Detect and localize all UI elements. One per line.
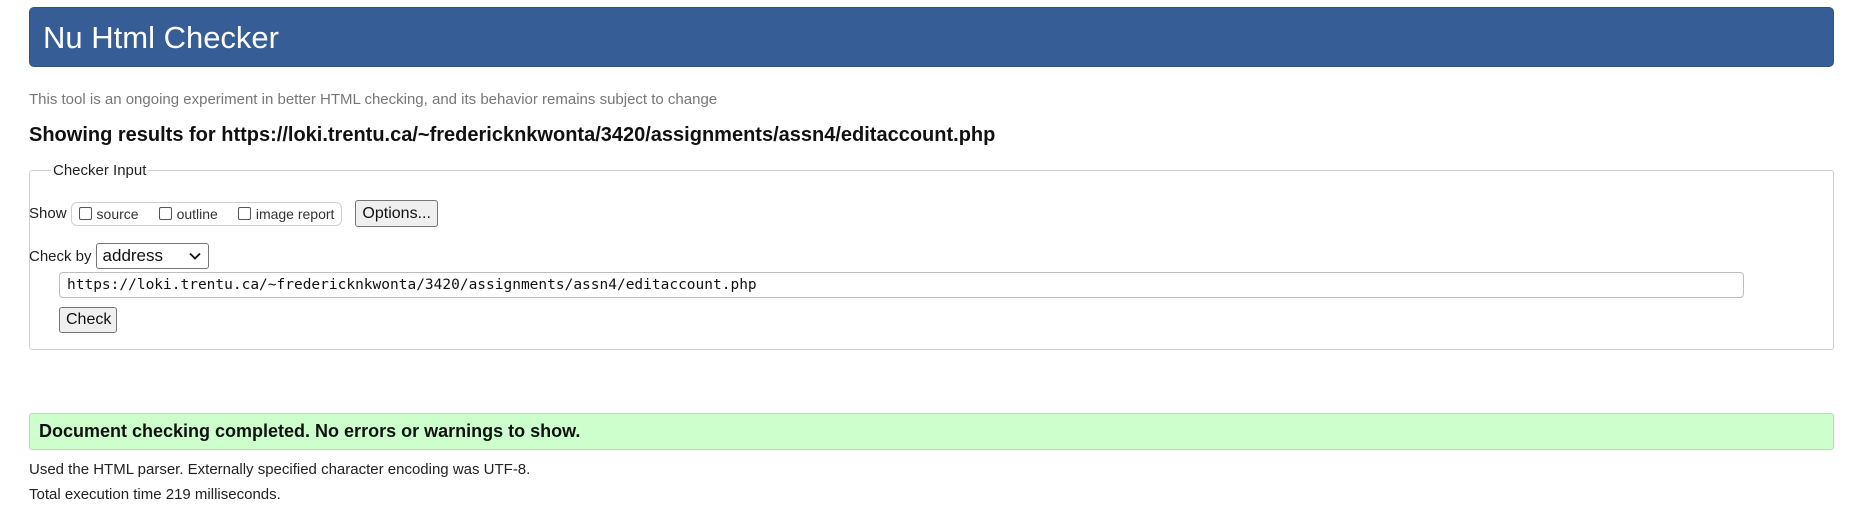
check-by-select[interactable]: address — [95, 243, 209, 269]
check-button[interactable]: Check — [59, 307, 117, 333]
image-report-checkbox-label: image report — [255, 205, 335, 222]
show-outline-option[interactable]: outline — [158, 205, 218, 222]
show-label: Show — [29, 205, 67, 222]
results-heading: Showing results for https://loki.trentu.… — [29, 124, 996, 146]
show-image-report-option[interactable]: image report — [237, 205, 335, 222]
parser-info-text: Used the HTML parser. Externally specifi… — [29, 461, 531, 478]
subtitle-text: This tool is an ongoing experiment in be… — [29, 91, 718, 108]
outline-checkbox-label: outline — [176, 205, 218, 222]
check-by-row: Check by address — [29, 243, 209, 269]
check-by-selected-value: address — [102, 246, 164, 265]
source-checkbox[interactable] — [78, 207, 92, 220]
execution-time-text: Total execution time 219 milliseconds. — [29, 486, 281, 503]
options-button[interactable]: Options... — [355, 200, 438, 227]
show-source-option[interactable]: source — [78, 205, 139, 222]
checker-input-fieldset: Checker Input — [29, 162, 1834, 350]
page-title: Nu Html Checker — [43, 20, 279, 55]
url-input[interactable] — [59, 272, 1744, 298]
checker-input-legend: Checker Input — [53, 162, 147, 179]
show-row: Show source outline image report Options… — [29, 200, 438, 227]
success-message: Document checking completed. No errors o… — [29, 413, 1834, 450]
image-report-checkbox[interactable] — [237, 207, 251, 220]
show-options-group: source outline image report — [70, 201, 343, 226]
chevron-down-icon — [188, 252, 201, 260]
source-checkbox-label: source — [96, 205, 139, 222]
outline-checkbox[interactable] — [158, 207, 172, 220]
page-header: Nu Html Checker — [29, 7, 1834, 67]
check-by-label: Check by — [29, 247, 92, 265]
